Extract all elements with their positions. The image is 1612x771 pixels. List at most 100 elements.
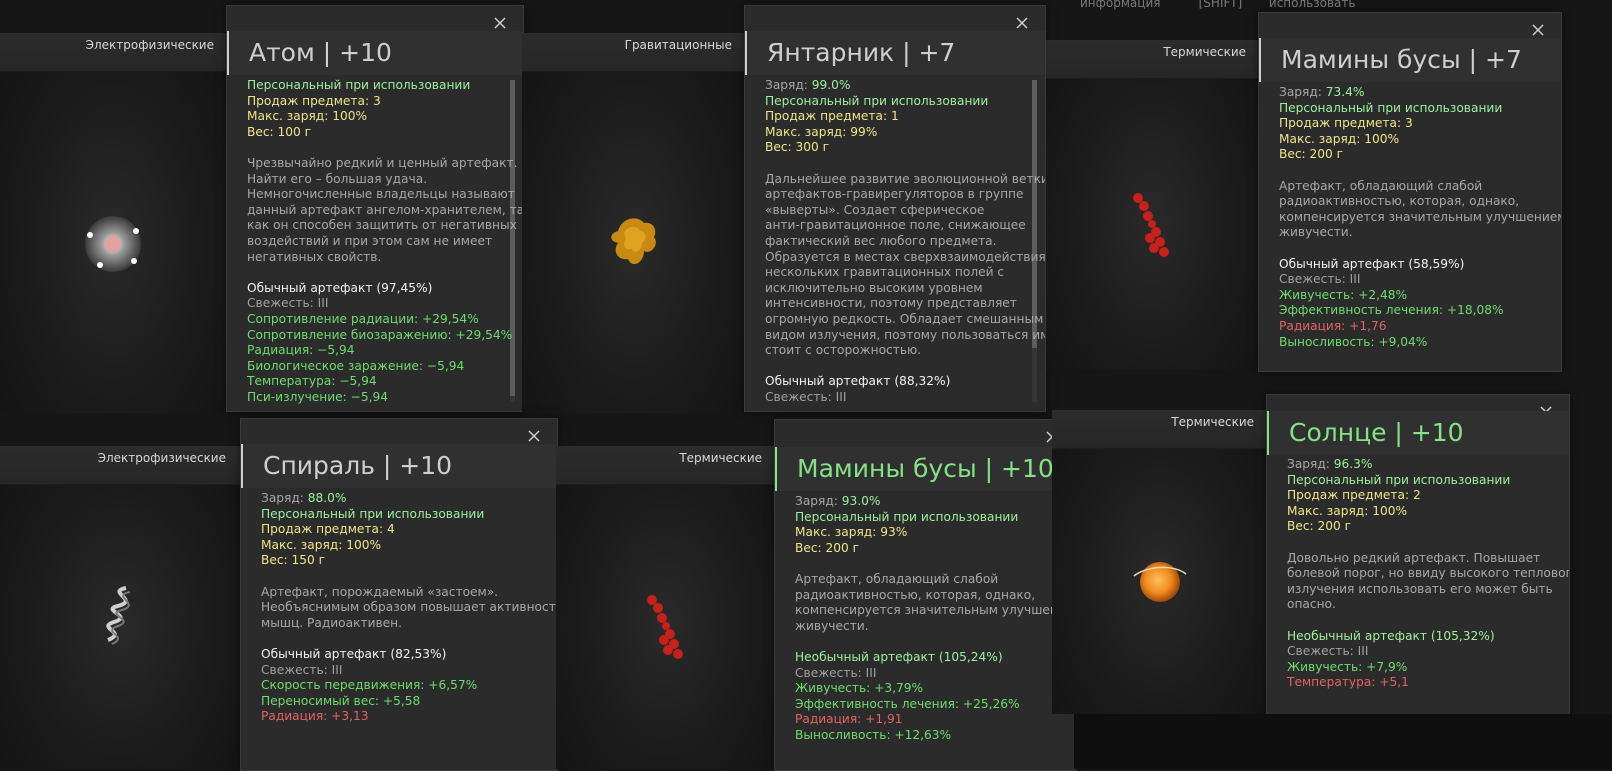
close-icon[interactable] [527,429,541,443]
description-line: радиоактивностью, которая, однако, [1279,194,1520,209]
description-line: Немногочисленные владельцы называют [247,187,515,202]
stat-value: 73.4% [1325,85,1365,99]
scrollbar-thumb[interactable] [510,80,515,396]
stat-line: Макс. заряд: 99% [765,125,1031,141]
stat-value: Продаж предмета: 1 [765,109,899,124]
effect-line: Сопротивление биозаражению: +29,54% [247,327,513,342]
quality-line: Обычный артефакт (88,32%) [765,374,951,389]
scrollbar-thumb[interactable] [1032,80,1037,348]
stat-value: 96.3% [1333,457,1373,471]
stat-line: Продаж предмета: 4 [261,522,543,538]
effect-line: Эффективность лечения: +25,26% [795,696,1020,711]
stat-label: Заряд: [261,491,308,505]
effect-line: Радиация: −5,94 [247,343,355,358]
stat-line: Макс. заряд: 100% [1279,132,1547,148]
stat-label: Заряд: [1287,457,1334,471]
sun-artifact-icon [1133,562,1187,602]
close-icon[interactable] [1531,23,1545,37]
category-bar: Термические [1052,410,1266,449]
effect-line: Температура: +5,1 [1287,675,1409,690]
item-title: Солнце | +10 [1267,411,1569,455]
tooltip-maminy-busy-10: Мамины бусы | +10 Заряд: 93.0% Персональн… [774,419,1076,771]
stat-line: Продаж предмета: 3 [247,94,509,110]
close-icon[interactable] [493,16,507,30]
description-line: анти-гравитационное поле, снижающее [765,218,1026,233]
category-bar: Электрофизические [0,446,240,485]
stat-line: Вес: 300 г [765,140,1031,156]
freshness-line: Свежесть: III [795,665,877,680]
effect-line: Выносливость: +9,04% [1279,334,1428,349]
close-icon[interactable] [1015,16,1029,30]
description-line: как он способен защитить от негативных [247,218,517,233]
effect-line: Температура: −5,94 [247,374,377,389]
item-title: Спираль | +10 [241,444,557,488]
description-line: видом излучения, поэтому пользоваться им [765,327,1046,342]
description-line: артефактов-гравирегуляторов в группе [765,187,1024,202]
hud-info-text: информация [1080,0,1161,10]
stat-line: Макс. заряд: 93% [795,525,1061,541]
stat-value: Вес: 200 г [795,540,860,555]
effect-line: Радиация: +3,13 [261,709,369,724]
stat-value: Персональный при использовании [1287,472,1511,487]
stat-value: 88.0% [307,491,347,505]
description-line: радиоактивностью, которая, однако, [795,587,1036,602]
scrollbar[interactable] [1032,80,1037,402]
stat-line: Заряд: 73.4% [1279,85,1547,101]
yantarnik-artifact-icon [611,218,656,265]
item-title: Янтарник | +7 [745,31,1045,75]
stat-line: Персональный при использовании [795,510,1061,526]
effect-line: Переносимый вес: +5,58 [261,693,421,708]
maminy-busy-artifact-icon [647,595,683,659]
stat-line: Заряд: 99.0% [765,78,1031,94]
stat-value: Макс. заряд: 100% [1287,503,1408,518]
category-bar: Гравитационные [522,33,744,72]
stat-line: Заряд: 96.3% [1287,457,1555,473]
stat-value: Продаж предмета: 4 [261,522,395,537]
description-line: опасно. [1287,597,1336,612]
tooltip-spiral: Спираль | +10 Заряд: 88.0% Персональный п… [240,418,558,771]
stat-value: Макс. заряд: 100% [247,109,368,124]
description-line: мышц. Радиоактивен. [261,615,403,630]
stat-value: Персональный при использовании [1279,100,1503,115]
freshness-line: Свежесть: III [261,662,343,677]
stat-value: Продаж предмета: 2 [1287,488,1421,503]
description-line: нескольких гравитационных полей с [765,265,1005,280]
freshness-line: Свежесть: III [1279,272,1361,287]
description-line: Дальнейшее развитие эволюционной ветки [765,171,1046,186]
stat-line: Продаж предмета: 2 [1287,488,1555,504]
item-title: Мамины бусы | +7 [1259,38,1561,82]
description-line: Чрезвычайно редкий и ценный артефакт. [247,155,518,170]
effect-line: Живучесть: +2,48% [1279,287,1408,302]
quality-line: Необычный артефакт (105,32%) [1287,628,1495,643]
description-line: Артефакт, обладающий слабой [795,571,999,586]
stat-value: Вес: 200 г [1287,519,1352,534]
description-line: огромную редкость. Обладает смешанным [765,311,1044,326]
artifact-view-maminy-busy-7: Термические [1046,40,1258,370]
description-line: негативных свойств. [247,249,382,264]
stat-value: Макс. заряд: 99% [765,124,878,139]
stat-value: Вес: 200 г [1279,147,1344,162]
description-line: Довольно редкий артефакт. Повышает [1287,550,1541,565]
description-line: Артефакт, порождаемый «застоем». [261,584,499,599]
scrollbar[interactable] [510,80,515,402]
description-line: живучести. [1279,225,1353,240]
stat-value: Вес: 300 г [765,140,830,155]
stat-value: Вес: 100 г [247,124,312,139]
category-label: Гравитационные [624,38,732,52]
description-line: воздействий и при этом сам не имеет [247,233,493,248]
category-label: Термические [1163,45,1246,59]
hud-hint: информация [SHIFT] использовать [1080,0,1355,10]
stat-line: Вес: 150 г [261,553,543,569]
item-title: Атом | +10 [227,31,523,75]
effect-line: Сопротивление радиации: +29,54% [247,311,479,326]
stat-value: Продаж предмета: 3 [247,93,381,108]
stat-line: Макс. заряд: 100% [261,538,543,554]
